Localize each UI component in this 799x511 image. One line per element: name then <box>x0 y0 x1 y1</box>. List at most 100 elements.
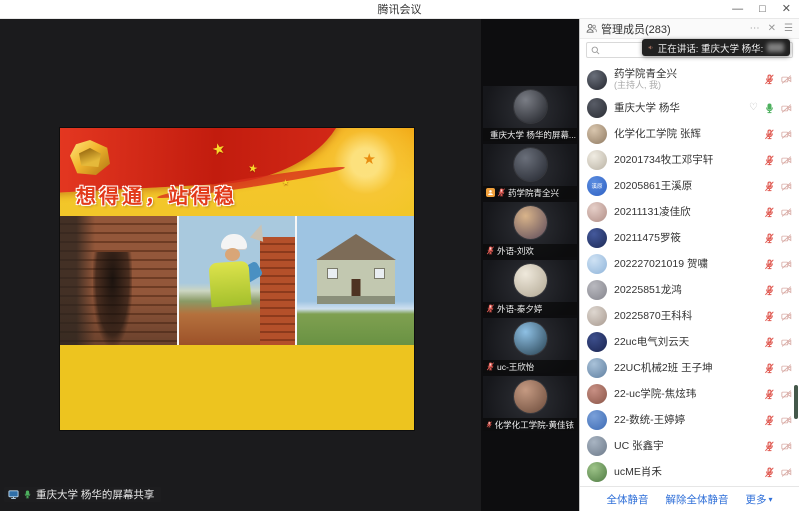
member-names: ucME肖禾 <box>614 466 662 478</box>
house-window-art <box>327 268 338 279</box>
close-icon[interactable]: ✕ <box>782 4 791 15</box>
photo-construction-worker <box>179 216 296 345</box>
member-role-label: (主持人, 我) <box>614 80 677 90</box>
member-names: 20211475罗筱 <box>614 232 681 244</box>
thumbnail-label: 重庆大学 杨华的屏幕... <box>483 128 577 141</box>
slide-photo-band <box>60 216 414 345</box>
screen-share-banner: 重庆大学 杨华的屏幕共享 <box>4 487 161 502</box>
member-row[interactable]: 20225851龙鸿 <box>580 277 799 303</box>
thumb-mic-icon <box>486 420 493 429</box>
house-window-art <box>374 268 385 279</box>
participant-thumbnail[interactable]: 重庆大学 杨华的屏幕... <box>483 86 577 141</box>
members-panel: 管理成员(283) ⋯ ✕ ☰ 正在讲话: 重庆大学 杨华: 药学院青全兴 (主… <box>579 19 799 511</box>
house-roof-art <box>316 234 396 260</box>
minimize-icon[interactable]: — <box>732 4 743 15</box>
member-row[interactable]: 22-数统-王婷婷 <box>580 407 799 433</box>
participant-avatar <box>514 322 547 355</box>
member-name: 20225870王科科 <box>614 310 692 322</box>
like-icon: ♡ <box>749 103 758 113</box>
member-name: ucME肖禾 <box>614 466 662 478</box>
participant-avatar <box>514 206 547 239</box>
member-avatar <box>587 202 607 222</box>
member-row[interactable]: 22UC机械2班 王子坤 <box>580 355 799 381</box>
mic-status-icon <box>764 441 775 452</box>
member-avatar <box>587 384 607 404</box>
hardhat-art <box>221 234 247 249</box>
participant-thumbnail[interactable]: 药学院青全兴 <box>483 144 577 199</box>
member-avatar <box>587 280 607 300</box>
participant-name: 外语-刘欢 <box>497 245 534 257</box>
member-row[interactable]: 药学院青全兴 (主持人, 我) <box>580 64 799 95</box>
photo-bricklayer <box>60 216 177 345</box>
participant-thumbnail[interactable]: 化学化工学院-黄佳铱 <box>483 376 577 431</box>
star-icon: ★ <box>247 161 259 176</box>
more-button[interactable]: 更多 ▾ <box>745 492 772 507</box>
member-row[interactable]: 重庆大学 杨华 ♡ <box>580 95 799 121</box>
panel-menu-icon[interactable]: ☰ <box>784 24 793 34</box>
camera-status-icon <box>781 259 792 270</box>
camera-status-icon <box>781 441 792 452</box>
member-row[interactable]: 202227021019 贺嘨 <box>580 251 799 277</box>
blurred-name-art <box>767 43 784 52</box>
member-row[interactable]: 22uc电气刘云天 <box>580 329 799 355</box>
member-list: 药学院青全兴 (主持人, 我) 重庆大学 杨华 ♡ <box>580 62 799 486</box>
member-name: 22UC机械2班 王子坤 <box>614 362 713 374</box>
camera-status-icon <box>781 207 792 218</box>
member-name: 20225851龙鸿 <box>614 284 682 296</box>
member-avatar <box>587 436 607 456</box>
mic-status-icon <box>764 181 775 192</box>
mic-status-icon <box>764 74 775 85</box>
main-content: ★ ★ ★ ★ 想得通，站得稳 <box>0 19 799 511</box>
unmute-all-button[interactable]: 解除全体静音 <box>665 492 728 507</box>
participant-name: 化学化工学院-黄佳铱 <box>495 419 574 431</box>
member-avatar <box>587 70 607 90</box>
thumbnail-label: 药学院青全兴 <box>483 186 577 199</box>
worker-silhouette-art <box>93 252 133 345</box>
member-names: 20211131凌佳欣 <box>614 206 691 218</box>
member-row[interactable]: 20211475罗筱 <box>580 225 799 251</box>
scrollbar-thumb[interactable] <box>794 385 798 419</box>
mic-status-icon <box>764 415 775 426</box>
mic-status-icon <box>764 103 775 114</box>
member-row[interactable]: ucME肖禾 <box>580 459 799 485</box>
member-row[interactable]: UC 张鑫宇 <box>580 433 799 459</box>
member-row[interactable]: 22-uc学院-焦炫玮 <box>580 381 799 407</box>
house-door-art <box>351 279 360 296</box>
member-row[interactable]: 20211131凌佳欣 <box>580 199 799 225</box>
member-status-icons <box>764 441 792 452</box>
panel-close-icon[interactable]: ✕ <box>768 24 776 34</box>
participant-thumbnail[interactable]: 外语-秦夕婷 <box>483 260 577 315</box>
slide-header-art: ★ ★ ★ ★ 想得通，站得稳 <box>60 128 414 216</box>
camera-status-icon <box>781 285 792 296</box>
photo-house <box>297 216 414 345</box>
member-row[interactable]: 溪原 20205861王溪原 <box>580 173 799 199</box>
gold-emblem-core <box>79 148 101 167</box>
participant-thumbnail[interactable]: 外语-刘欢 <box>483 202 577 257</box>
slide-title: 想得通，站得稳 <box>76 180 237 209</box>
member-row[interactable]: 20225870王科科 <box>580 303 799 329</box>
camera-status-icon <box>781 415 792 426</box>
more-options-icon[interactable]: ⋯ <box>750 24 760 34</box>
member-names: 20225851龙鸿 <box>614 284 682 296</box>
member-avatar <box>587 254 607 274</box>
mute-all-button[interactable]: 全体静音 <box>606 492 648 507</box>
participant-thumbnail[interactable]: uc-王欣怡 <box>483 318 577 373</box>
participant-avatar <box>514 148 547 181</box>
participant-name: uc-王欣怡 <box>497 361 534 373</box>
camera-status-icon <box>781 389 792 400</box>
member-status-icons <box>764 74 792 85</box>
member-name: 20211475罗筱 <box>614 232 681 244</box>
member-avatar <box>587 358 607 378</box>
camera-status-icon <box>781 363 792 374</box>
member-name: 药学院青全兴 <box>614 68 677 80</box>
maximize-icon[interactable]: □ <box>759 4 766 15</box>
member-names: 22uc电气刘云天 <box>614 336 689 348</box>
member-row[interactable]: 化学化工学院 张辉 <box>580 121 799 147</box>
thumbnail-label: uc-王欣怡 <box>483 360 577 373</box>
member-row[interactable]: 20201734牧工邓宇轩 <box>580 147 799 173</box>
participant-name: 外语-秦夕婷 <box>497 303 542 315</box>
speaking-toast: 正在讲话: 重庆大学 杨华: <box>642 39 790 56</box>
camera-status-icon <box>781 233 792 244</box>
member-avatar <box>587 124 607 144</box>
caret-down-icon: ▾ <box>768 495 772 504</box>
